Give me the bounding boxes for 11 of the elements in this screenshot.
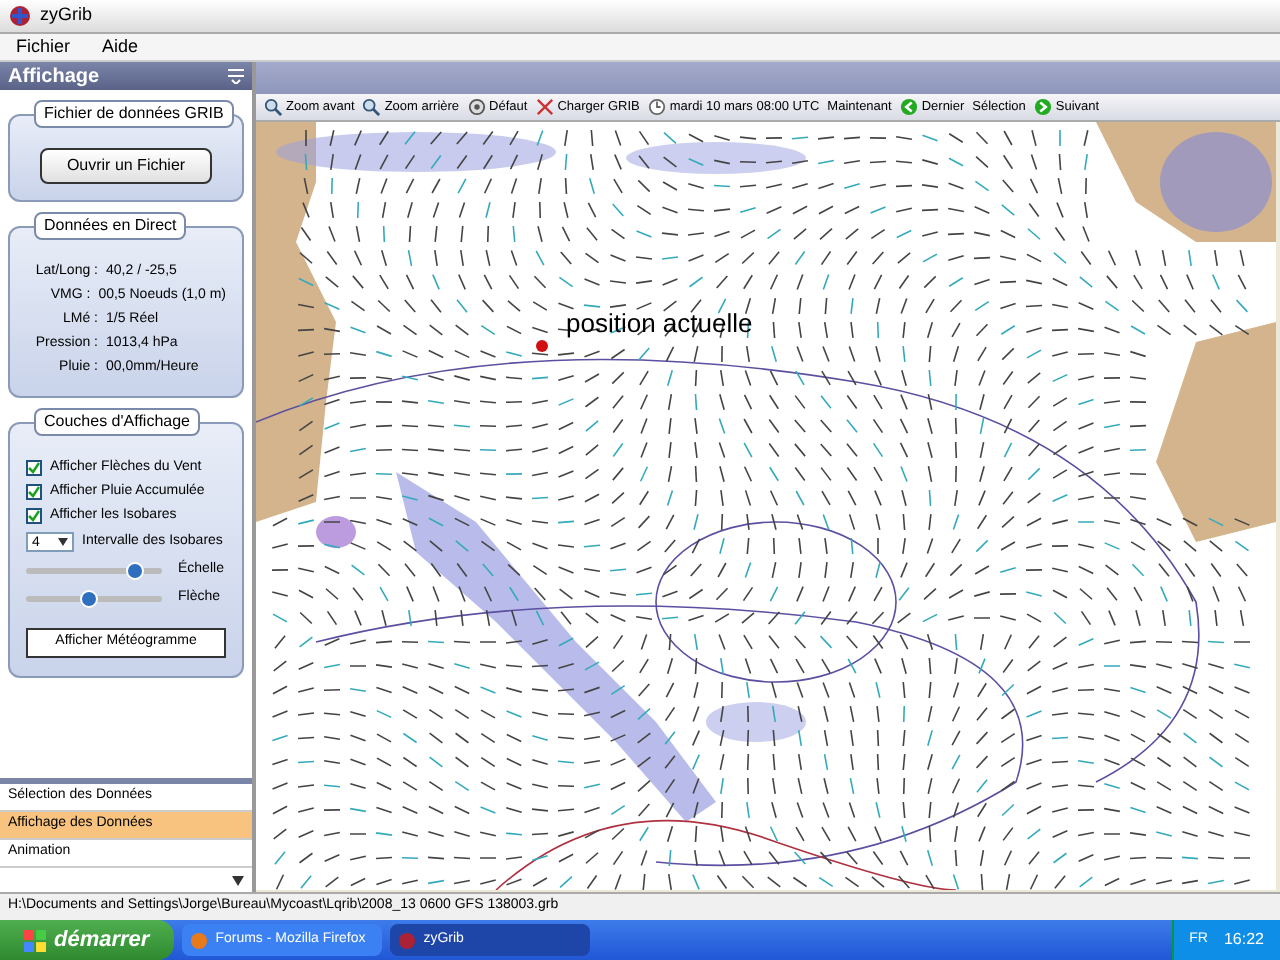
position-label: position actuelle	[566, 308, 753, 338]
group-title: Fichier de données GRIB	[34, 100, 234, 128]
map-canvas[interactable]: position actuelle	[256, 122, 1276, 890]
sidebar-title: Affichage	[8, 63, 100, 91]
menu-item[interactable]: Fichier	[16, 33, 71, 61]
clock: 16:22	[1223, 928, 1264, 952]
open-file-button[interactable]: Ouvrir un Fichier	[40, 148, 212, 184]
menu-item[interactable]: Aide	[102, 33, 139, 61]
group-title: Couches d'Affichage	[34, 408, 200, 436]
window-title: zyGrib	[40, 2, 93, 29]
group-title: Données en Direct	[34, 212, 187, 240]
